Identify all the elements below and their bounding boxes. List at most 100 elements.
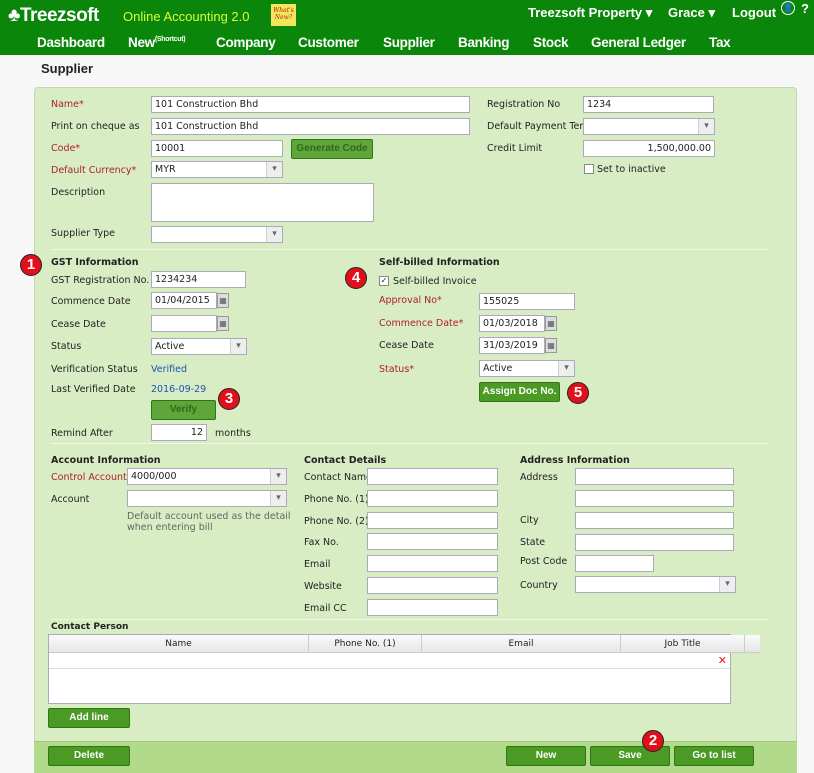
state-label: State [520,537,546,548]
supplier-type-select[interactable] [151,226,283,243]
cheque-name-input[interactable]: 101 Construction Bhd [151,118,470,135]
logo[interactable]: ♣Treezsoft [8,5,99,27]
contact-person-title: Contact Person [51,622,129,632]
country-select[interactable] [575,576,736,593]
calendar-icon[interactable]: ▦ [545,316,557,331]
nav-stock[interactable]: Stock [533,35,569,50]
calendar-icon[interactable]: ▦ [217,316,229,331]
help-icon[interactable]: ? [801,1,809,16]
add-line-button[interactable]: Add line [48,708,130,728]
control-account-select[interactable]: 4000/000 [127,468,287,485]
phone-1-input[interactable] [367,489,498,507]
fax-input[interactable] [367,533,498,551]
page-title: Supplier [41,61,94,76]
code-input[interactable]: 10001 [151,140,283,157]
generate-code-button[interactable]: Generate Code [291,139,373,159]
sb-cease-input[interactable]: 31/03/2019 ▦ [479,337,557,354]
go-to-list-button[interactable]: Go to list [674,746,754,766]
table-row[interactable]: ✕ [49,653,730,669]
sb-commence-input[interactable]: 01/03/2018 ▦ [479,315,557,332]
email-cc-label: Email CC [304,602,347,614]
state-input[interactable] [575,534,734,551]
tree-icon: ♣ [8,5,20,26]
nav-supplier[interactable]: Supplier [383,35,435,50]
account-select[interactable] [127,490,287,507]
company-menu[interactable]: Treezsoft Property ▾ [528,5,652,21]
currency-label: Default Currency [51,165,136,176]
city-label: City [520,515,539,526]
nav-banking[interactable]: Banking [458,35,509,50]
postcode-label: Post Code [520,556,568,567]
nav-new[interactable]: New(Shortcut) [128,35,186,50]
calendar-icon[interactable]: ▦ [545,338,557,353]
description-textarea[interactable] [151,183,374,222]
email-input[interactable] [367,555,498,573]
currency-select[interactable]: MYR [151,161,283,178]
self-billed-title: Self-billed Information [379,257,500,268]
phone-1-label: Phone No. (1) [304,493,369,505]
gst-status-label: Status [51,341,82,352]
nav-customer[interactable]: Customer [298,35,359,50]
self-billed-checkbox[interactable]: ✓ [379,276,389,286]
contact-title: Contact Details [304,455,387,466]
account-label: Account [51,494,90,505]
delete-button[interactable]: Delete [48,746,130,766]
logout-link[interactable]: Logout [732,5,776,20]
email-cc-input[interactable] [367,598,498,616]
nav-company[interactable]: Company [216,35,276,50]
gst-commence-input[interactable]: 01/04/2015 ▦ [151,292,229,309]
column-header-email: Email [422,635,621,653]
contact-name-input[interactable] [367,468,498,485]
user-admin-icon[interactable]: 👤 [781,1,795,15]
whats-new-note[interactable]: What's New? [271,4,296,26]
fax-label: Fax No. [304,537,339,549]
calendar-icon[interactable]: ▦ [217,293,229,308]
website-label: Website [304,581,342,592]
name-input[interactable]: 101 Construction Bhd [151,96,470,113]
delete-row-icon[interactable]: ✕ [718,654,727,667]
inactive-label: Set to inactive [597,164,666,175]
tagline: Online Accounting 2.0 [123,9,250,24]
column-header-job-title: Job Title [621,635,745,653]
last-verified-date: 2016-09-29 [151,384,207,395]
credit-limit-input[interactable]: 1,500,000.00 [583,140,715,157]
top-header: ♣Treezsoft Online Accounting 2.0 What's … [0,0,814,55]
remind-input[interactable]: 12 [151,424,207,441]
website-input[interactable] [367,577,498,594]
assign-doc-no-button[interactable]: Assign Doc No. [479,382,560,402]
registration-input[interactable]: 1234 [583,96,714,113]
description-label: Description [51,187,106,198]
divider [51,619,768,620]
payment-term-select[interactable] [583,118,715,135]
callout-badge-1: 1 [20,254,42,276]
address-line2-input[interactable] [575,490,734,507]
gst-cease-input[interactable]: ▦ [151,315,229,332]
postcode-input[interactable] [575,555,654,572]
new-button[interactable]: New [506,746,586,766]
phone-2-input[interactable] [367,511,498,529]
verify-button[interactable]: Verify [151,400,216,420]
divider [51,443,768,444]
name-label: Name [51,99,84,110]
approval-input[interactable]: 155025 [479,293,575,310]
address-title: Address Information [520,455,630,466]
contact-name-label: Contact Name [304,472,373,483]
nav-general-ledger[interactable]: General Ledger [591,35,686,50]
gst-reg-input[interactable]: 1234234 [151,271,246,288]
address-line1-input[interactable] [575,468,734,485]
city-input[interactable] [575,512,734,529]
gst-commence-label: Commence Date [51,296,131,307]
callout-badge-4: 4 [345,267,367,289]
callout-badge-3: 3 [218,388,240,410]
user-menu[interactable]: Grace ▾ [668,5,715,21]
inactive-checkbox[interactable] [584,164,594,174]
column-header-name: Name [49,635,309,653]
control-account-label: Control Account [51,472,131,483]
callout-badge-5: 5 [567,382,589,404]
nav-tax[interactable]: Tax [709,35,731,50]
nav-dashboard[interactable]: Dashboard [37,35,105,50]
registration-label: Registration No [487,99,561,110]
sb-status-select[interactable]: Active [479,360,575,377]
gst-status-select[interactable]: Active [151,338,247,355]
gst-cease-label: Cease Date [51,319,106,330]
